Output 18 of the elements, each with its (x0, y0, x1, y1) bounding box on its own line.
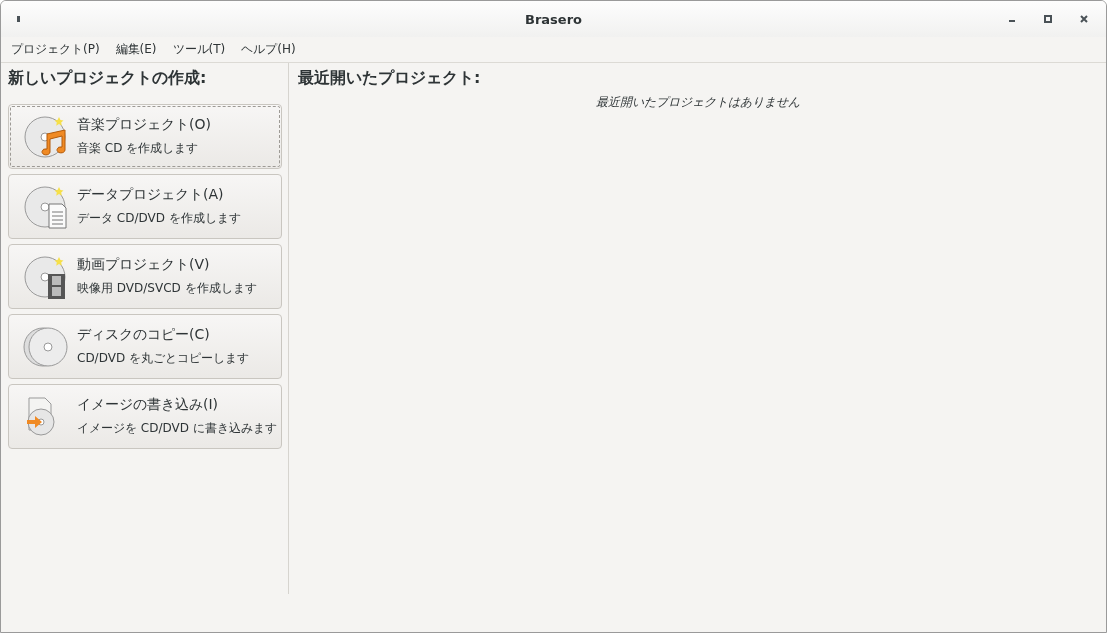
window-title: Brasero (525, 11, 582, 27)
project-button[interactable]: 音楽プロジェクト(O) 音楽 CD を作成します (8, 104, 282, 169)
menu-item[interactable]: ヘルプ(H) (233, 41, 304, 58)
menu-item[interactable]: 編集(E) (107, 41, 165, 58)
disc-film-icon (23, 253, 69, 300)
menu-item[interactable]: プロジェクト(P) (3, 41, 108, 58)
close-icon (1080, 15, 1088, 23)
project-button[interactable]: 動画プロジェクト(V) 映像用 DVD/SVCD を作成します (8, 244, 282, 309)
maximize-icon (1044, 15, 1052, 23)
empty-message: 最近開いたプロジェクトはありません (594, 94, 801, 111)
project-button[interactable]: ディスクのコピー(C) CD/DVD を丸ごとコピーします (8, 314, 282, 379)
disc-music-icon (23, 113, 69, 160)
project-button[interactable]: データプロジェクト(A) データ CD/DVD を作成します (8, 174, 282, 239)
project-button[interactable]: イメージの書き込み(I) イメージを CD/DVD に書き込みます (8, 384, 282, 449)
disc-document-icon (23, 183, 69, 230)
menu-item[interactable]: ツール(T) (164, 41, 234, 58)
section-heading: 新しいプロジェクトの作成: (8, 68, 208, 89)
section-heading: 最近開いたプロジェクト: (298, 68, 482, 89)
